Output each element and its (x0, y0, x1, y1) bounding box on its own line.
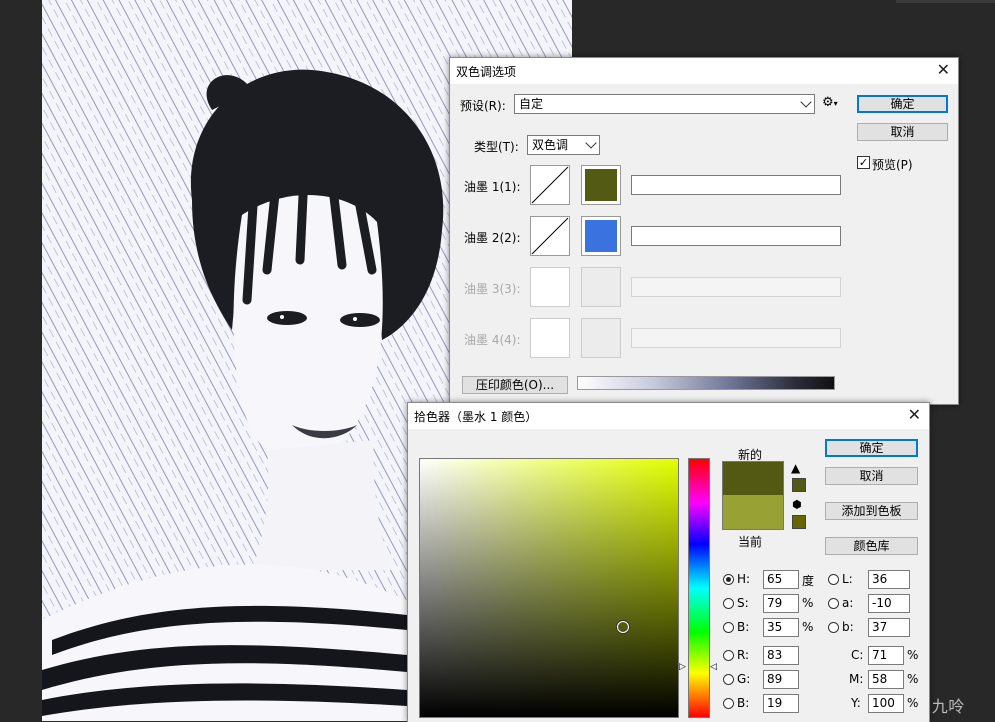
picker-ok-button[interactable]: 确定 (825, 439, 918, 457)
ink-4-label: 油墨 4(4): (464, 333, 521, 347)
c-field[interactable]: 71 (868, 646, 904, 665)
g-field[interactable]: 89 (763, 670, 799, 689)
current-color-preview[interactable] (722, 495, 784, 530)
add-to-swatches-button[interactable]: 添加到色板 (825, 502, 918, 520)
ink-1-label: 油墨 1(1): (464, 180, 521, 194)
hue-slider[interactable] (688, 458, 710, 718)
preset-value: 自定 (519, 97, 544, 111)
overprint-colors-button[interactable]: 压印颜色(O)... (462, 376, 568, 394)
ink-2-curve[interactable] (530, 216, 570, 256)
r-radio[interactable] (723, 650, 734, 661)
brightness-unit: % (802, 620, 814, 634)
ink-3-curve (530, 267, 570, 307)
y-field[interactable]: 100 (868, 694, 904, 713)
lab-b-label: b: (842, 620, 854, 634)
close-icon[interactable]: ✕ (937, 60, 950, 80)
s-label: S: (737, 596, 749, 610)
g-label: G: (737, 672, 751, 686)
ink-3-swatch (581, 267, 621, 307)
preview-label: 预览(P) (872, 158, 913, 172)
lab-b-radio[interactable] (828, 622, 839, 633)
duotone-title: 双色调选项 (456, 65, 517, 79)
ok-button[interactable]: 确定 (857, 95, 948, 113)
c-label: C: (851, 648, 864, 662)
duotone-titlebar: 双色调选项 ✕ (450, 58, 958, 84)
l-field[interactable]: 36 (868, 570, 910, 589)
brightness-radio[interactable] (723, 622, 734, 633)
y-unit: % (907, 696, 919, 710)
y-label: Y: (851, 696, 861, 710)
close-icon[interactable]: ✕ (908, 405, 921, 425)
web-safe-swatch[interactable] (792, 515, 806, 529)
blue-radio[interactable] (723, 698, 734, 709)
type-select[interactable]: 双色调 (527, 135, 600, 155)
color-libraries-button[interactable]: 颜色库 (825, 537, 918, 555)
h-radio[interactable] (723, 574, 734, 585)
c-unit: % (907, 648, 919, 662)
blue-field[interactable]: 19 (763, 694, 799, 713)
l-label: L: (842, 572, 853, 586)
current-color-label: 当前 (738, 535, 763, 549)
ink-2-name-field[interactable] (631, 226, 841, 246)
ink-2-swatch[interactable] (581, 216, 621, 256)
curve-line-icon (531, 217, 569, 255)
h-field[interactable]: 65 (763, 570, 799, 589)
m-field[interactable]: 58 (868, 670, 904, 689)
s-field[interactable]: 79 (763, 594, 799, 613)
preset-label: 预设(R): (460, 99, 506, 113)
new-color-preview (722, 461, 784, 496)
type-label: 类型(T): (474, 140, 519, 154)
ink-1-swatch[interactable] (581, 165, 621, 205)
picker-titlebar: 拾色器（墨水 1 颜色） ✕ (408, 403, 929, 429)
color-picker-dialog: 拾色器（墨水 1 颜色） ✕ ▷ ◁ 新的 当前 ▲ ⬢ 确定 取消 添加到色板… (407, 402, 930, 722)
h-unit: 度 (802, 574, 815, 588)
preview-checkbox[interactable]: ✓ (857, 156, 870, 169)
ink-1-curve[interactable] (530, 165, 570, 205)
l-radio[interactable] (828, 574, 839, 585)
brightness-label: B: (737, 620, 750, 634)
ink-3-label: 油墨 3(3): (464, 282, 521, 296)
ink-2-label: 油墨 2(2): (464, 231, 521, 245)
picker-title: 拾色器（墨水 1 颜色） (414, 410, 538, 424)
web-safe-cube-icon[interactable]: ⬢ (792, 498, 802, 511)
gear-icon[interactable]: ⚙▾ (822, 95, 838, 110)
ink-1-color (585, 169, 617, 201)
ink-4-name-field (631, 328, 841, 348)
brightness-field[interactable]: 35 (763, 618, 799, 637)
type-value: 双色调 (532, 138, 569, 152)
g-radio[interactable] (723, 674, 734, 685)
s-radio[interactable] (723, 598, 734, 609)
preset-select[interactable]: 自定 (514, 94, 815, 114)
duotone-options-dialog: 双色调选项 ✕ 预设(R): 自定 ⚙▾ 确定 取消 ✓ 预览(P) 类型(T)… (449, 57, 959, 405)
h-label: H: (737, 572, 751, 586)
saturation-brightness-field[interactable] (419, 458, 679, 718)
r-field[interactable]: 83 (763, 646, 799, 665)
hue-slider-right-arrow[interactable]: ◁ (710, 662, 717, 672)
lab-b-field[interactable]: 37 (868, 618, 910, 637)
a-radio[interactable] (828, 598, 839, 609)
picker-cancel-button[interactable]: 取消 (825, 467, 918, 485)
hue-slider-left-arrow[interactable]: ▷ (679, 662, 686, 672)
ink-4-curve (530, 318, 570, 358)
duotone-gradient-ramp (577, 376, 835, 390)
color-field-marker (617, 621, 629, 633)
curve-line-icon (531, 166, 569, 204)
gamut-swatch[interactable] (792, 478, 806, 492)
ink-4-swatch (581, 318, 621, 358)
a-field[interactable]: -10 (868, 594, 910, 613)
top-scroll-strip (896, 0, 995, 3)
m-unit: % (907, 672, 919, 686)
gamut-warning-icon[interactable]: ▲ (791, 461, 800, 475)
s-unit: % (802, 596, 814, 610)
a-label: a: (842, 596, 854, 610)
ink-2-color (585, 220, 617, 252)
chevron-down-icon (800, 96, 812, 108)
cancel-button[interactable]: 取消 (857, 123, 948, 141)
blue-label: B: (737, 696, 750, 710)
chevron-down-icon (585, 137, 597, 149)
ink-1-name-field[interactable] (631, 175, 841, 195)
m-label: M: (849, 672, 864, 686)
ink-3-name-field (631, 277, 841, 297)
r-label: R: (737, 648, 750, 662)
